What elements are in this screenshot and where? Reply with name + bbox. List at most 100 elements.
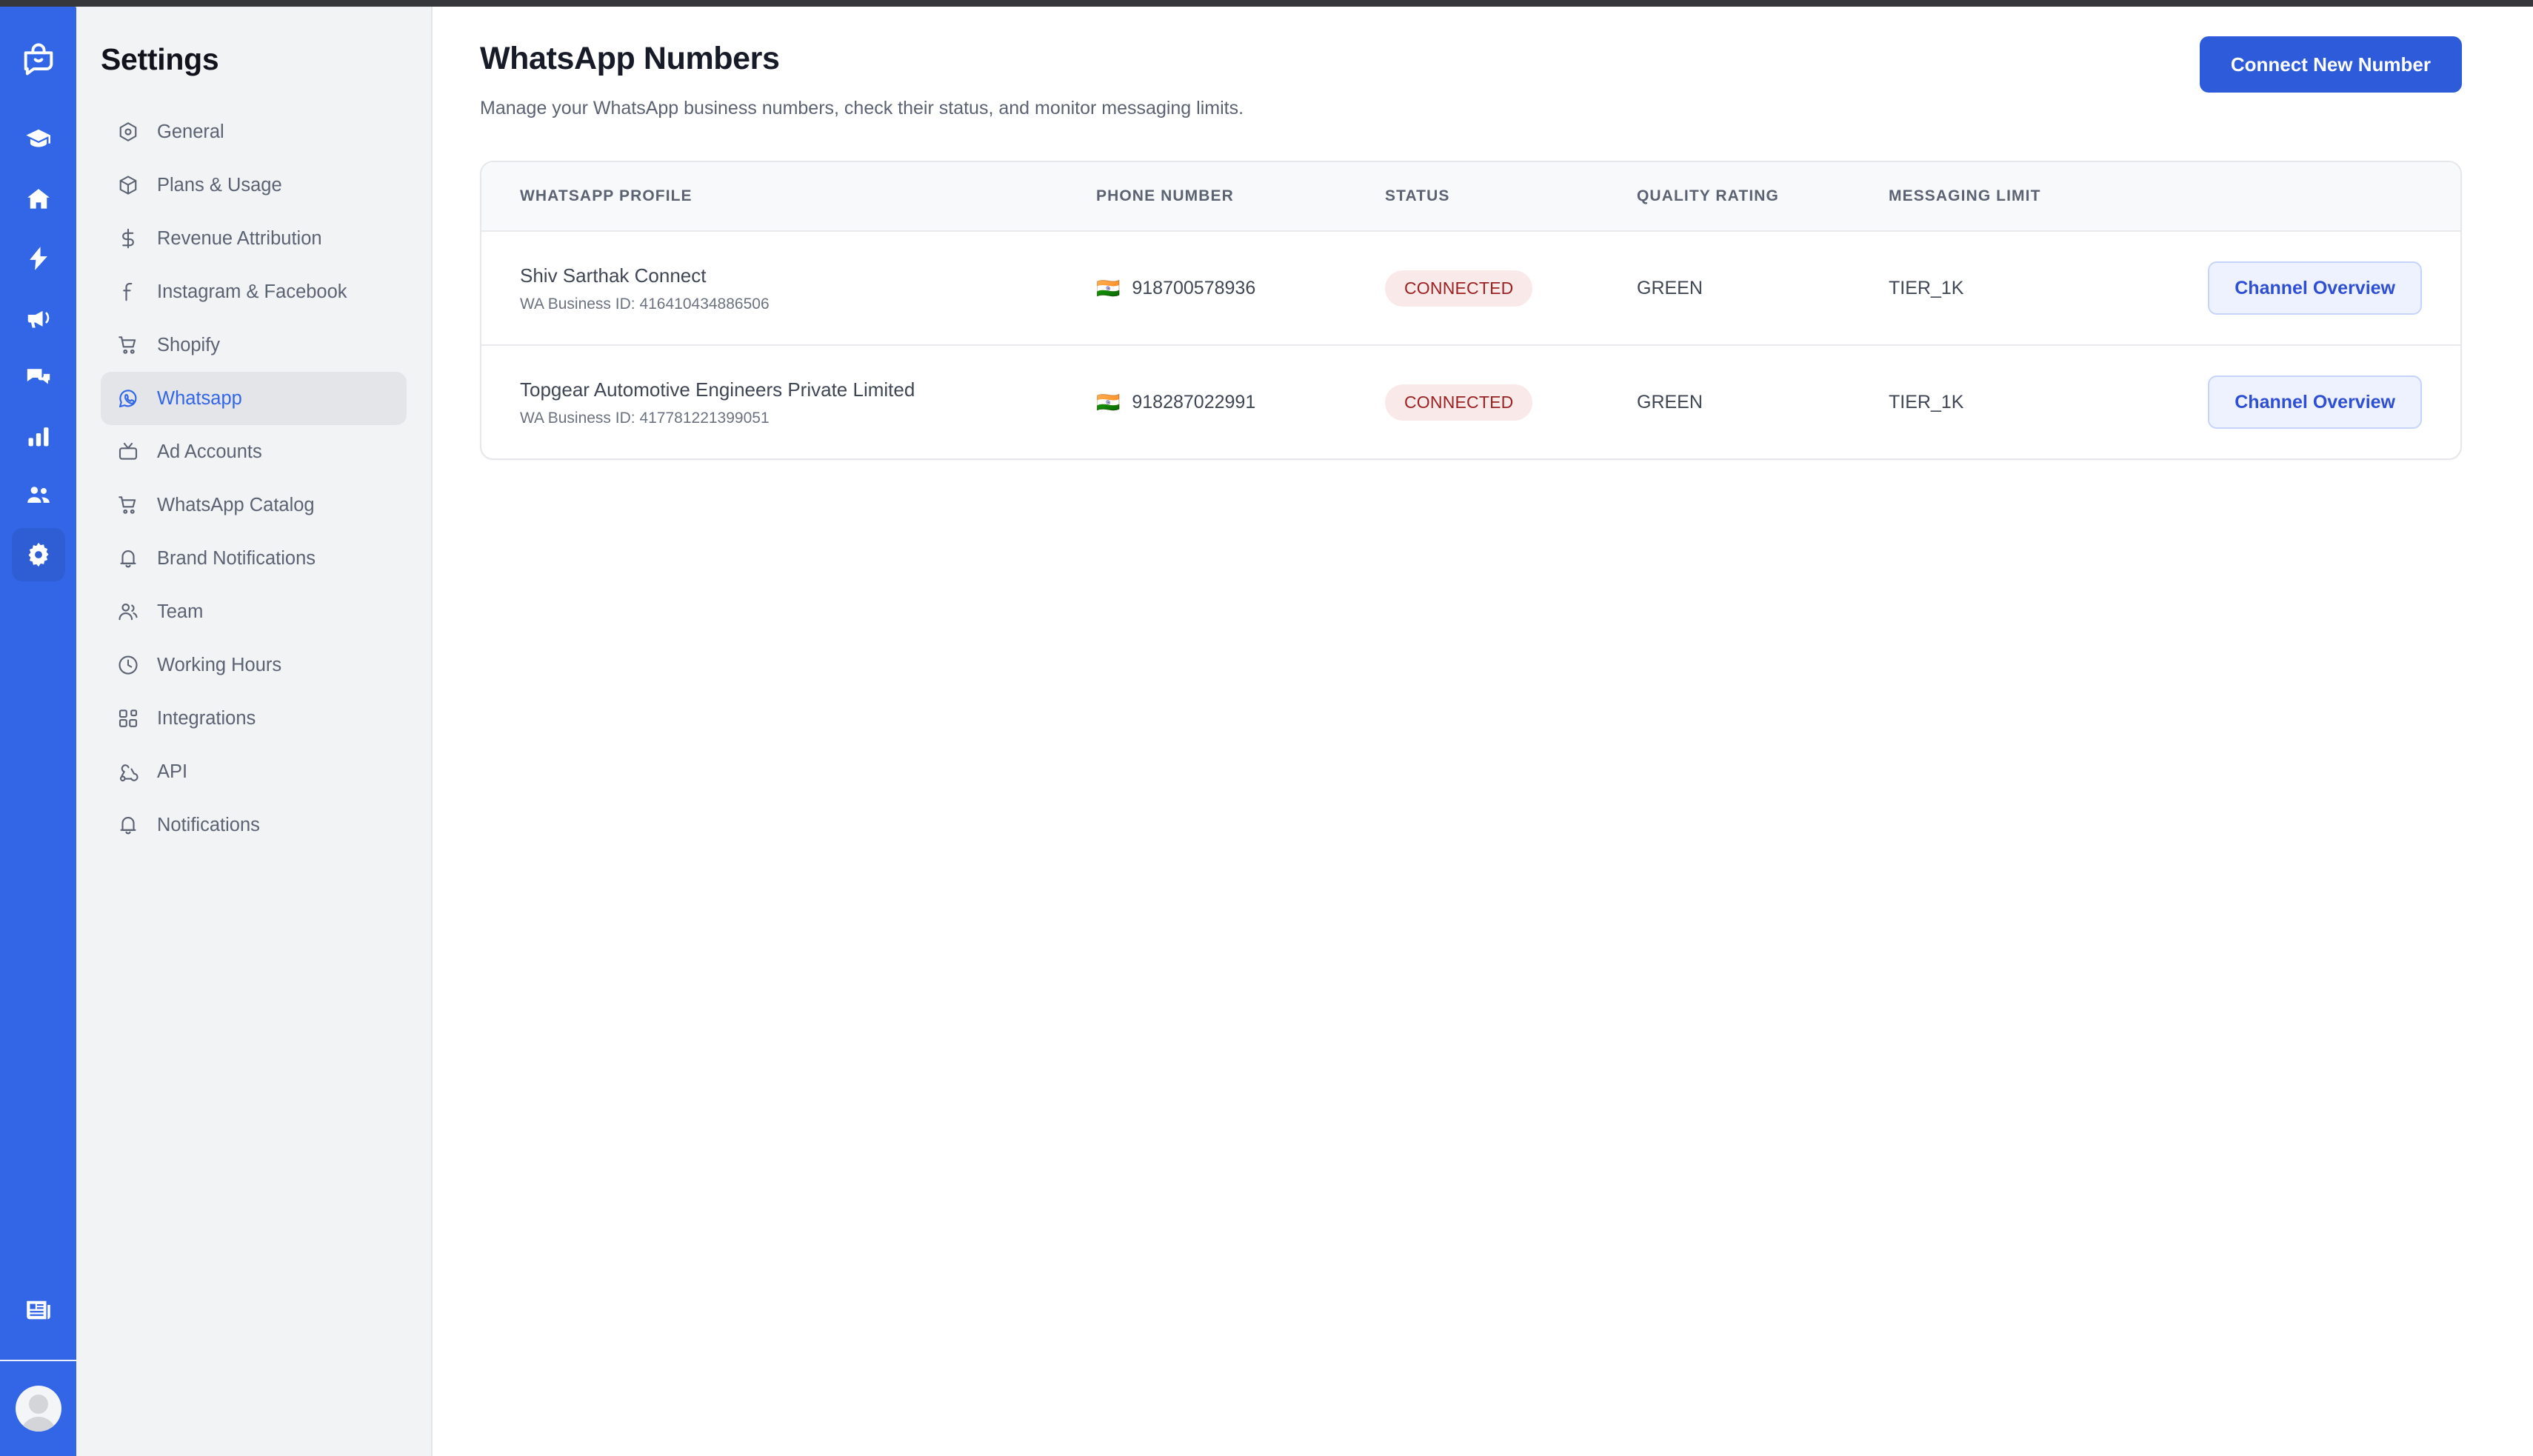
connect-new-number-button[interactable]: Connect New Number <box>2199 36 2462 93</box>
newspaper-icon <box>23 1295 54 1329</box>
users-icon <box>116 599 141 624</box>
avatar-head <box>28 1395 48 1414</box>
rail-item-settings[interactable] <box>11 528 65 581</box>
column-header-messaging-limit: MESSAGING LIMIT <box>1889 162 2207 233</box>
sidebar-item-label: Team <box>157 601 204 622</box>
cell-status: CONNECTED <box>1385 231 1637 345</box>
primary-icon-rail <box>0 7 76 1456</box>
sidebar-item-whatsapp[interactable]: Whatsapp <box>101 372 407 425</box>
avatar-body <box>20 1417 56 1432</box>
webhook-icon <box>116 759 141 784</box>
package-box-icon <box>116 173 141 198</box>
rail-item-analytics[interactable] <box>12 410 65 463</box>
cell-phone-number: 🇮🇳 918700578936 <box>1096 231 1385 345</box>
sidebar-item-label: Notifications <box>157 814 260 835</box>
column-header-quality-rating: QUALITY RATING <box>1637 162 1889 233</box>
hexagon-target-icon <box>116 119 141 144</box>
cell-quality-rating: GREEN <box>1637 277 1703 298</box>
column-header-status: STATUS <box>1385 162 1637 233</box>
phone-number-value: 918700578936 <box>1132 277 1256 298</box>
sidebar-item-label: Shopify <box>157 334 221 355</box>
column-header-actions <box>2207 162 2460 233</box>
users-icon <box>24 481 53 510</box>
rail-item-automations[interactable] <box>12 232 65 285</box>
cell-status: CONNECTED <box>1385 345 1637 458</box>
rail-divider <box>0 1360 76 1361</box>
shopping-cart-icon <box>116 333 141 358</box>
cell-quality-rating: GREEN <box>1637 391 1703 413</box>
phone-number-value: 918287022991 <box>1132 391 1256 413</box>
megaphone-icon <box>24 304 53 332</box>
sidebar-item-label: Integrations <box>157 707 256 729</box>
status-badge: CONNECTED <box>1385 270 1533 307</box>
cell-actions: Channel Overview <box>2207 231 2460 345</box>
sidebar-item-integrations[interactable]: Integrations <box>101 692 407 745</box>
sidebar-item-label: Whatsapp <box>157 387 242 409</box>
sidebar-item-working-hours[interactable]: Working Hours <box>101 638 407 692</box>
shop-chat-logo-icon[interactable] <box>19 40 58 82</box>
table-body: Shiv Sarthak Connect WA Business ID: 416… <box>481 231 2460 458</box>
sidebar-item-label: Instagram & Facebook <box>157 281 347 302</box>
rail-item-inbox[interactable] <box>12 350 65 404</box>
cell-whatsapp-profile: Topgear Automotive Engineers Private Lim… <box>481 345 1096 458</box>
bell-icon <box>116 546 141 571</box>
facebook-icon <box>116 279 141 304</box>
window-top-strip <box>0 0 2533 7</box>
app-root: Settings General Plans & Usage Revenue A… <box>0 0 2533 1456</box>
table-row: Shiv Sarthak Connect WA Business ID: 416… <box>481 231 2460 346</box>
channel-overview-button[interactable]: Channel Overview <box>2208 375 2422 430</box>
tv-icon <box>116 439 141 464</box>
page-subtitle: Manage your WhatsApp business numbers, c… <box>480 98 1244 119</box>
status-badge: CONNECTED <box>1385 384 1533 421</box>
rail-item-campaigns[interactable] <box>12 291 65 344</box>
sidebar-item-label: Plans & Usage <box>157 174 282 196</box>
chat-bubbles-icon <box>24 363 53 391</box>
india-flag-icon: 🇮🇳 <box>1096 277 1121 300</box>
whatsapp-numbers-table: WHATSAPP PROFILE PHONE NUMBER STATUS QUA… <box>481 162 2460 458</box>
table-header-row: WHATSAPP PROFILE PHONE NUMBER STATUS QUA… <box>481 162 2460 233</box>
bell-icon <box>116 812 141 838</box>
cell-phone-number: 🇮🇳 918287022991 <box>1096 345 1385 458</box>
profile-business-id: WA Business ID: 417781221399051 <box>520 409 770 427</box>
page-title: WhatsApp Numbers <box>480 41 780 76</box>
sidebar-item-label: Revenue Attribution <box>157 227 322 249</box>
sidebar-item-ad-accounts[interactable]: Ad Accounts <box>101 425 407 478</box>
column-header-phone-number: PHONE NUMBER <box>1096 162 1385 233</box>
rail-item-whats-new[interactable] <box>0 1263 76 1360</box>
avatar <box>15 1386 61 1432</box>
cell-messaging-limit: TIER_1K <box>1889 391 1964 413</box>
sidebar-item-label: General <box>157 121 224 142</box>
profile-name: Topgear Automotive Engineers Private Lim… <box>520 378 915 401</box>
graduation-cap-icon <box>24 126 53 154</box>
sidebar-item-instagram-facebook[interactable]: Instagram & Facebook <box>101 265 407 318</box>
sidebar-item-plans-usage[interactable]: Plans & Usage <box>101 158 407 212</box>
sidebar-item-label: Ad Accounts <box>157 441 262 462</box>
profile-name: Shiv Sarthak Connect <box>520 264 707 287</box>
sidebar-item-label: WhatsApp Catalog <box>157 494 315 515</box>
page-header: WhatsApp Numbers Manage your WhatsApp bu… <box>480 36 2462 119</box>
home-icon <box>24 185 53 213</box>
rail-item-audience[interactable] <box>12 469 65 522</box>
cell-messaging-limit: TIER_1K <box>1889 277 1964 298</box>
sidebar-item-revenue-attribution[interactable]: Revenue Attribution <box>101 212 407 265</box>
sidebar-item-label: Brand Notifications <box>157 547 316 569</box>
settings-nav-list: General Plans & Usage Revenue Attributio… <box>76 105 431 852</box>
sidebar-item-brand-notifications[interactable]: Brand Notifications <box>101 532 407 585</box>
shopping-cart-icon <box>116 492 141 518</box>
channel-overview-button[interactable]: Channel Overview <box>2208 261 2422 315</box>
clock-icon <box>116 652 141 678</box>
gear-icon <box>24 541 53 569</box>
rail-item-account[interactable] <box>0 1361 76 1456</box>
sidebar-item-label: API <box>157 761 188 782</box>
sidebar-item-notifications[interactable]: Notifications <box>101 798 407 852</box>
sidebar-item-api[interactable]: API <box>101 745 407 798</box>
rail-item-home[interactable] <box>12 173 65 226</box>
sidebar-item-whatsapp-catalog[interactable]: WhatsApp Catalog <box>101 478 407 532</box>
rail-item-learn[interactable] <box>12 113 65 167</box>
cell-whatsapp-profile: Shiv Sarthak Connect WA Business ID: 416… <box>481 231 1096 345</box>
bar-chart-icon <box>24 422 53 450</box>
blocks-icon <box>116 706 141 731</box>
sidebar-item-team[interactable]: Team <box>101 585 407 638</box>
sidebar-item-general[interactable]: General <box>101 105 407 158</box>
sidebar-item-shopify[interactable]: Shopify <box>101 318 407 372</box>
